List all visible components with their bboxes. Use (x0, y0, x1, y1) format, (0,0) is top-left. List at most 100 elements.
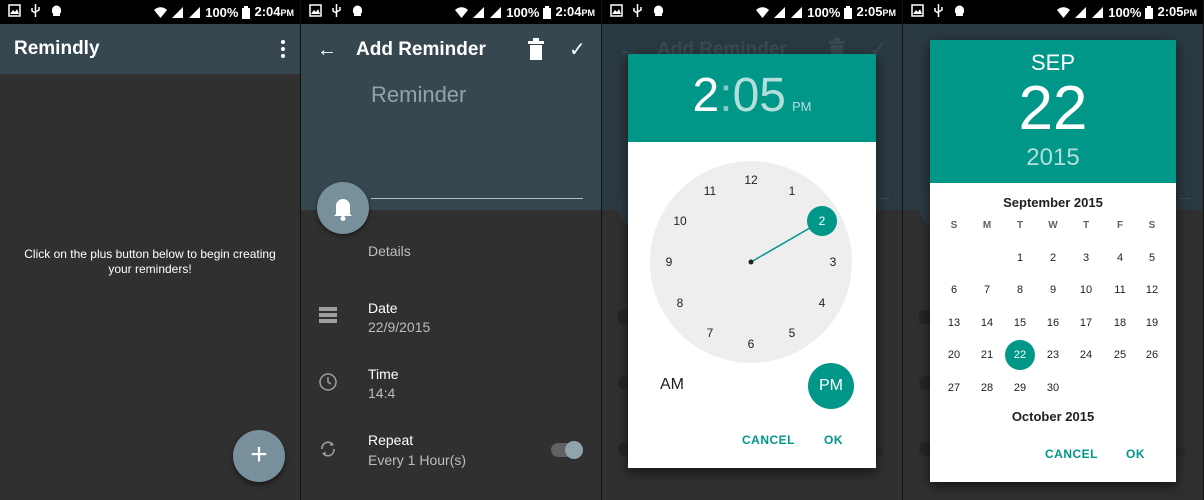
calendar-day[interactable]: 11 (1108, 283, 1132, 297)
weekday-header: T (1016, 220, 1024, 231)
clock-time: 2:04PM (254, 4, 294, 21)
calendar-icon (319, 307, 337, 323)
calendar-day[interactable]: 10 (1074, 283, 1098, 297)
usb-icon (934, 4, 943, 17)
calendar-day[interactable]: 29 (1008, 381, 1032, 395)
weekday-header: F (1116, 220, 1124, 231)
status-bar: 100% 2:04PM (301, 0, 601, 24)
battery-icon (543, 6, 552, 19)
reminder-title-input[interactable]: Reminder (371, 82, 466, 108)
app-bar: Remindly (0, 24, 300, 74)
clock-number-11[interactable]: 11 (698, 184, 722, 198)
calendar-day[interactable]: 13 (942, 316, 966, 330)
status-bar: 100% 2:04PM (0, 0, 300, 24)
wifi-icon (756, 7, 770, 18)
calendar-day[interactable]: 6 (942, 283, 966, 297)
battery-icon (844, 6, 853, 19)
add-reminder-button[interactable]: + (233, 430, 285, 482)
pm-toggle[interactable]: PM (808, 363, 854, 409)
clock-number-4[interactable]: 4 (810, 296, 834, 310)
calendar-day[interactable]: 28 (975, 381, 999, 395)
clock-number-12[interactable]: 12 (739, 173, 763, 187)
app-title: Remindly (14, 38, 100, 59)
empty-state-message: Click on the plus button below to begin … (10, 247, 290, 277)
weekday-header: T (1082, 220, 1090, 231)
date-value: 22/9/2015 (368, 319, 431, 335)
selected-day[interactable]: 22 (930, 73, 1176, 145)
calendar-day[interactable]: 7 (975, 283, 999, 297)
usb-icon (31, 4, 40, 17)
clock-number-6[interactable]: 6 (739, 337, 763, 351)
repeat-icon (321, 441, 335, 457)
empty-message-line-2: your reminders! (108, 262, 192, 276)
battery-percent: 100% (506, 4, 540, 20)
calendar-day[interactable]: 3 (1074, 251, 1098, 265)
clock-number-7[interactable]: 7 (698, 326, 722, 340)
reminder-bell-button[interactable] (317, 182, 369, 234)
selected-year[interactable]: 2015 (930, 144, 1176, 172)
save-check-icon[interactable]: ✓ (569, 37, 586, 62)
calendar-day[interactable]: 5 (1140, 251, 1164, 265)
ok-button[interactable]: OK (1126, 447, 1145, 461)
clock-face[interactable]: 12 1 2 3 4 5 6 7 8 9 10 11 (650, 161, 852, 363)
calendar-day[interactable]: 8 (1008, 283, 1032, 297)
clock-number-1[interactable]: 1 (780, 184, 804, 198)
calendar-day-selected[interactable]: 22 (1005, 340, 1035, 370)
calendar-day[interactable]: 24 (1074, 348, 1098, 362)
cancel-button[interactable]: CANCEL (1045, 447, 1098, 461)
time-value: 14:4 (368, 385, 396, 401)
delete-icon[interactable] (527, 38, 545, 60)
clock-number-10[interactable]: 10 (668, 214, 692, 228)
calendar-day[interactable]: 30 (1041, 381, 1065, 395)
signal-icon (172, 7, 184, 18)
clock-ampm: PM (1183, 8, 1198, 18)
minute-display[interactable]: 05 (733, 69, 786, 122)
battery-percent: 100% (205, 4, 239, 20)
calendar-day[interactable]: 26 (1140, 348, 1164, 362)
calendar-day[interactable]: 23 (1041, 348, 1065, 362)
clock-number-3[interactable]: 3 (821, 255, 845, 269)
cancel-button[interactable]: CANCEL (742, 433, 795, 447)
calendar-day[interactable]: 12 (1140, 283, 1164, 297)
clock-number-9[interactable]: 9 (657, 255, 681, 269)
battery-icon (242, 6, 251, 19)
calendar-day[interactable]: 25 (1108, 348, 1132, 362)
repeat-toggle-thumb (565, 441, 583, 459)
image-icon (610, 4, 623, 17)
overflow-menu-icon[interactable] (280, 40, 286, 58)
page-title: Add Reminder (356, 39, 486, 60)
clock-value: 2:04 (555, 4, 582, 19)
selected-time-display: 2:05 PM (628, 68, 876, 123)
calendar-day[interactable]: 2 (1041, 251, 1065, 265)
android-icon (353, 5, 362, 16)
calendar-day[interactable]: 18 (1108, 316, 1132, 330)
hour-display[interactable]: 2 (693, 69, 720, 122)
am-toggle[interactable]: AM (660, 376, 684, 394)
screen-reminder-list: 100% 2:04PM Remindly Click on the plus b… (0, 0, 300, 500)
time-label: Time (368, 366, 399, 382)
calendar-day[interactable]: 17 (1074, 316, 1098, 330)
weekday-header: S (950, 220, 958, 231)
title-underline (371, 198, 583, 199)
calendar-day[interactable]: 20 (942, 348, 966, 362)
clock-time: 2:05PM (1157, 4, 1197, 21)
calendar-day[interactable]: 4 (1108, 251, 1132, 265)
calendar-day[interactable]: 9 (1041, 283, 1065, 297)
calendar-day[interactable]: 14 (975, 316, 999, 330)
calendar-day[interactable]: 1 (1008, 251, 1032, 265)
calendar-day[interactable]: 16 (1041, 316, 1065, 330)
clock-ampm: PM (581, 8, 596, 18)
ok-button[interactable]: OK (824, 433, 843, 447)
clock-number-2-selected[interactable]: 2 (807, 206, 837, 236)
clock-number-5[interactable]: 5 (780, 326, 804, 340)
repeat-label: Repeat (368, 432, 414, 448)
ampm-display: PM (791, 99, 812, 114)
wifi-icon (1057, 7, 1071, 18)
clock-number-8[interactable]: 8 (668, 296, 692, 310)
calendar-day[interactable]: 19 (1140, 316, 1164, 330)
calendar-day[interactable]: 21 (975, 348, 999, 362)
clock-icon (319, 373, 337, 391)
calendar-day[interactable]: 15 (1008, 316, 1032, 330)
calendar-day[interactable]: 27 (942, 381, 966, 395)
back-arrow-icon[interactable]: ← (317, 39, 337, 62)
